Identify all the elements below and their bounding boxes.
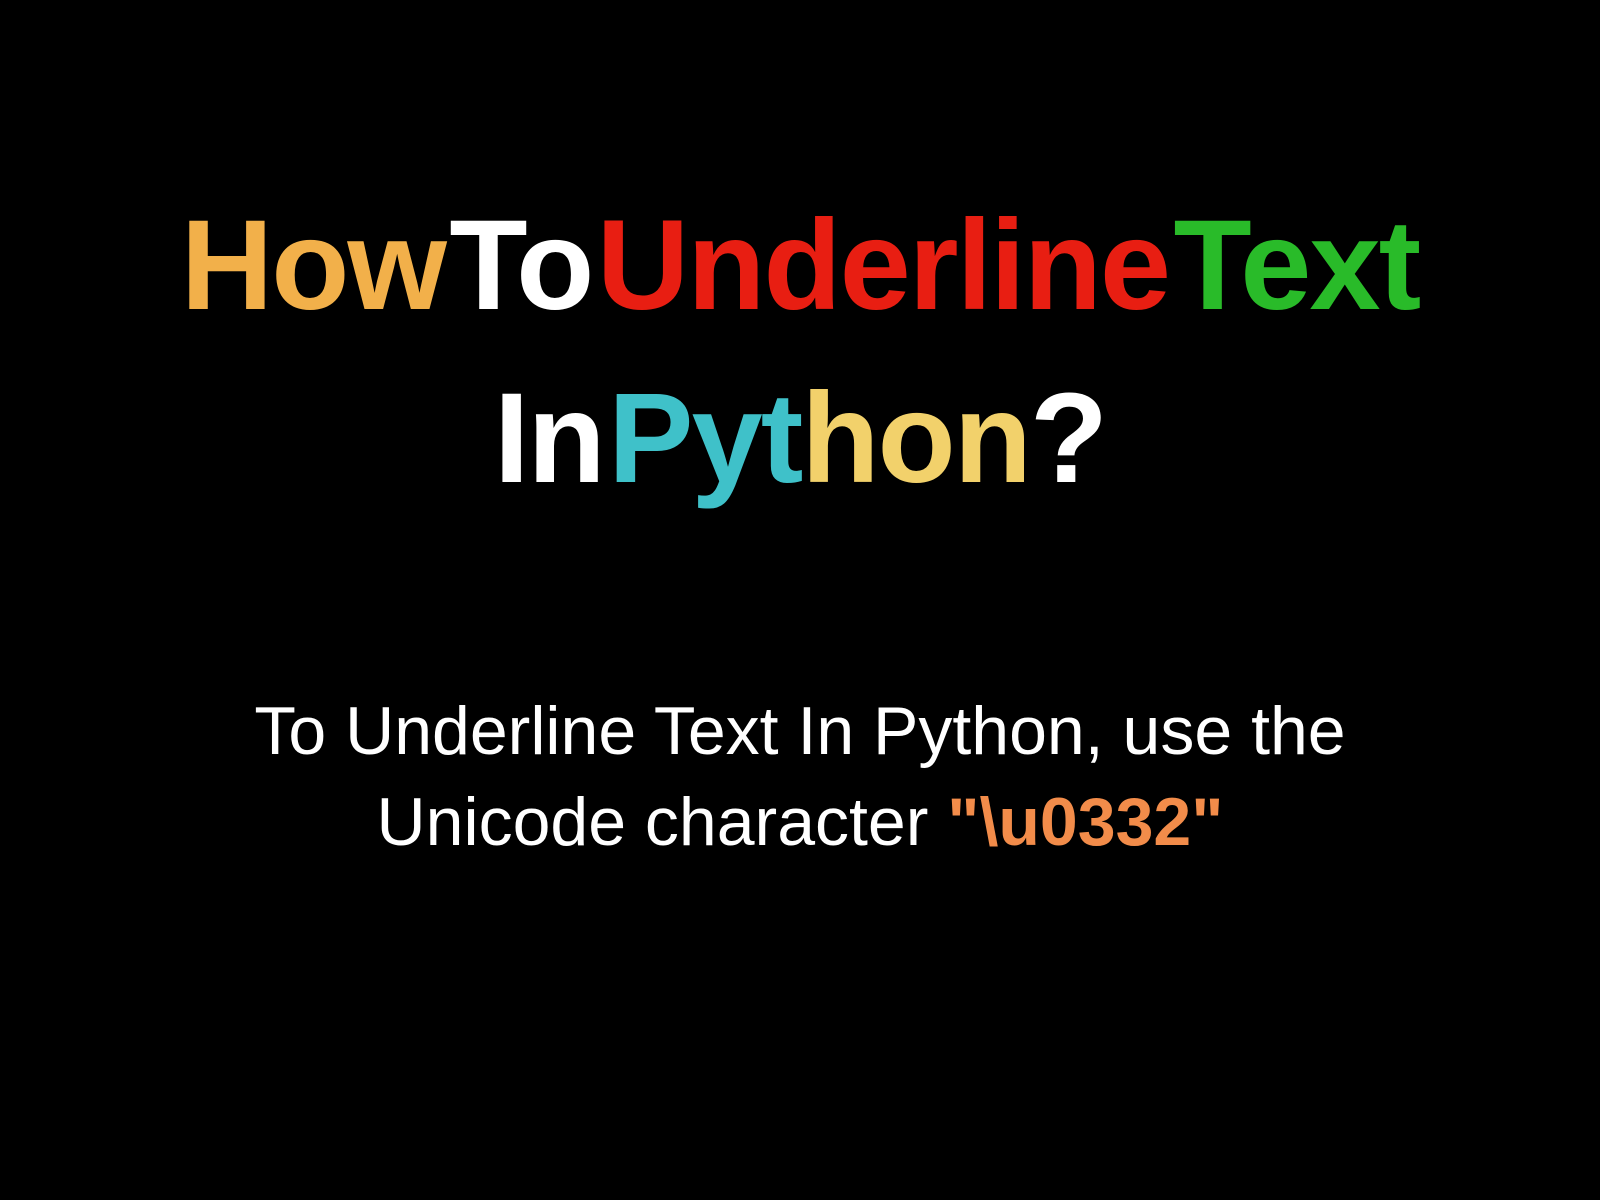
subtitle: To Underline Text In Python, use the Uni… [254,686,1345,870]
unicode-code: "\u0332" [947,784,1223,860]
subtitle-line-2: Unicode character "\u0332" [254,777,1345,869]
title-word-question: ? [1030,367,1106,510]
subtitle-line-1: To Underline Text In Python, use the [254,686,1345,778]
title-word-to: To [449,194,592,337]
title-line-2: In Python? [181,353,1419,526]
title-word-how: How [181,194,445,337]
title-word-pyt: Pyt [608,367,801,510]
title-line-1: How To Underline Text [181,180,1419,353]
subtitle-prefix: Unicode character [377,784,948,860]
title-word-text: Text [1174,194,1420,337]
main-title: How To Underline Text In Python? [181,180,1419,526]
title-word-python: Python [608,367,1030,510]
title-word-hon: hon [801,367,1030,510]
title-word-in: In [494,367,604,510]
title-word-underline: Underline [597,194,1169,337]
